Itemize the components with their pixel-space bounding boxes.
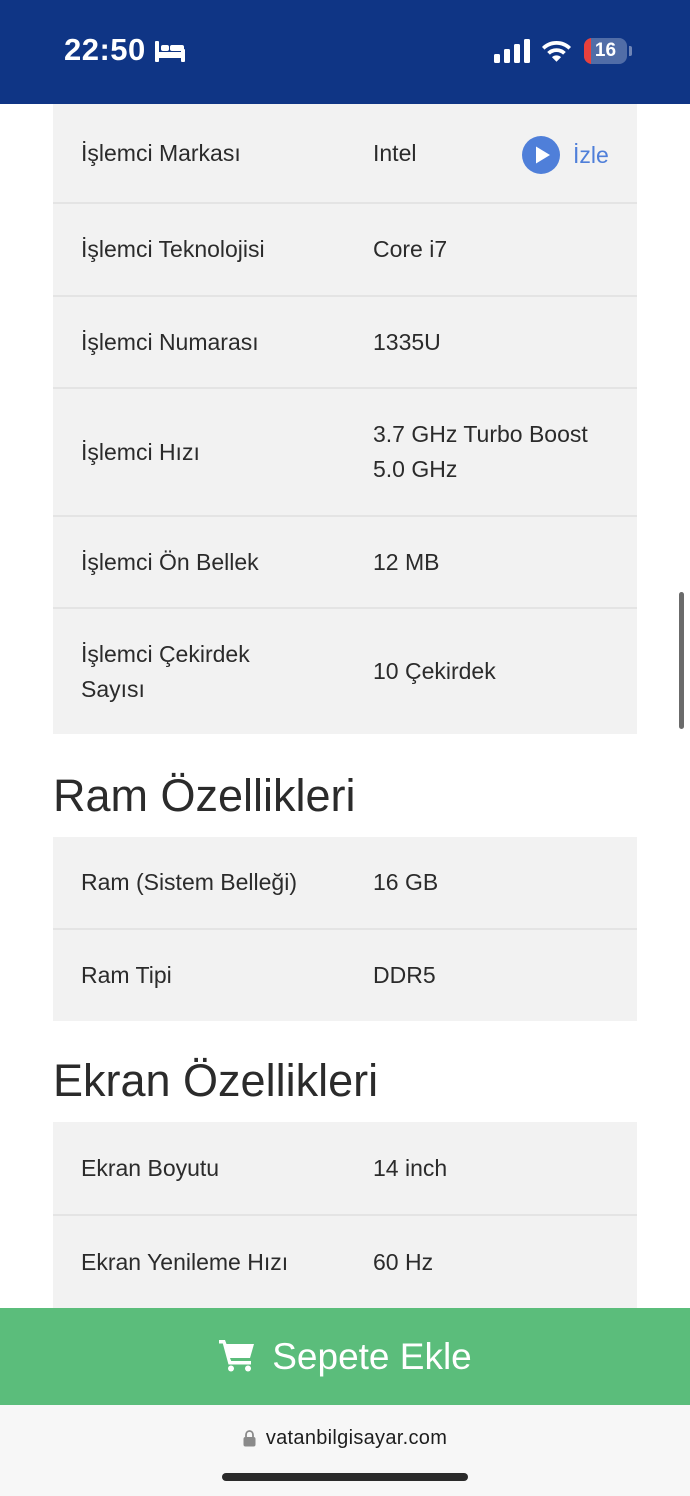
screen-section-heading: Ekran Özellikleri <box>53 1055 379 1106</box>
bed-icon <box>155 41 185 62</box>
url-text: vatanbilgisayar.com <box>265 1427 448 1449</box>
lock-icon <box>243 1430 256 1447</box>
spec-value: 60 Hz <box>373 1248 434 1275</box>
spec-row-ram-size: Ram (Sistem Belleği) 16 GB <box>53 837 637 928</box>
scrollbar[interactable] <box>679 592 684 729</box>
cellular-signal-icon <box>494 39 530 63</box>
spec-row-processor-number: İşlemci Numarası 1335U <box>53 295 637 387</box>
watch-label: İzle <box>573 141 609 168</box>
watch-video-button[interactable]: İzle <box>522 136 609 174</box>
spec-row-processor-technology: İşlemci Teknolojisi Core i7 <box>53 202 637 295</box>
spec-value: 16 GB <box>373 869 439 895</box>
spec-row-ram-type: Ram Tipi DDR5 <box>53 928 637 1021</box>
spec-value: 14 inch <box>373 1154 448 1181</box>
spec-label: Ram Tipi <box>81 962 172 988</box>
spec-label: İşlemci Çekirdek Sayısı <box>81 640 250 702</box>
spec-row-processor-cache: İşlemci Ön Bellek 12 MB <box>53 515 637 607</box>
battery-icon: 16 <box>584 38 627 64</box>
spec-value: 3.7 GHz Turbo Boost 5.0 GHz <box>373 421 588 482</box>
spec-label: İşlemci Markası <box>81 139 241 166</box>
battery-terminal <box>629 46 632 56</box>
battery-level-text: 16 <box>594 40 617 61</box>
spec-label: İşlemci Teknolojisi <box>81 236 265 262</box>
spec-value: Core i7 <box>373 236 448 262</box>
spec-label: Ram (Sistem Belleği) <box>81 869 297 895</box>
spec-value: DDR5 <box>373 962 436 988</box>
spec-row-processor-speed: İşlemci Hızı 3.7 GHz Turbo Boost 5.0 GHz <box>53 387 637 515</box>
status-time: 22:50 <box>64 32 146 67</box>
spec-label: İşlemci Hızı <box>81 438 200 465</box>
processor-spec-table: İşlemci Markası Intel İzle İşlemci Tekno… <box>53 104 637 734</box>
spec-label: İşlemci Ön Bellek <box>81 548 259 575</box>
ram-spec-table: Ram (Sistem Belleği) 16 GB Ram Tipi DDR5 <box>53 837 637 1021</box>
play-circle-icon <box>522 136 560 174</box>
wifi-icon <box>542 41 571 62</box>
spec-label: Ekran Yenileme Hızı <box>81 1248 289 1275</box>
screen-spec-table: Ekran Boyutu 14 inch Ekran Yenileme Hızı… <box>53 1122 637 1308</box>
spec-value: 10 Çekirdek <box>373 658 496 684</box>
shopping-cart-icon <box>219 1339 255 1371</box>
spec-row-processor-brand: İşlemci Markası Intel İzle <box>53 104 637 202</box>
spec-row-screen-size: Ekran Boyutu 14 inch <box>53 1122 637 1214</box>
add-to-cart-label: Sepete Ekle <box>272 1335 472 1377</box>
browser-address-bar[interactable]: vatanbilgisayar.com <box>0 1405 690 1496</box>
ram-section-heading: Ram Özellikleri <box>53 770 356 821</box>
spec-value: 1335U <box>373 328 441 355</box>
home-indicator[interactable] <box>222 1473 468 1481</box>
add-to-cart-button[interactable]: Sepete Ekle <box>0 1308 690 1405</box>
spec-label: Ekran Boyutu <box>81 1154 220 1181</box>
spec-row-processor-cores: İşlemci Çekirdek Sayısı 10 Çekirdek <box>53 607 637 734</box>
spec-value: 12 MB <box>373 548 440 575</box>
spec-label: İşlemci Numarası <box>81 328 259 355</box>
spec-row-screen-refresh-rate: Ekran Yenileme Hızı 60 Hz <box>53 1214 637 1308</box>
status-bar: 22:50 16 <box>0 0 690 104</box>
